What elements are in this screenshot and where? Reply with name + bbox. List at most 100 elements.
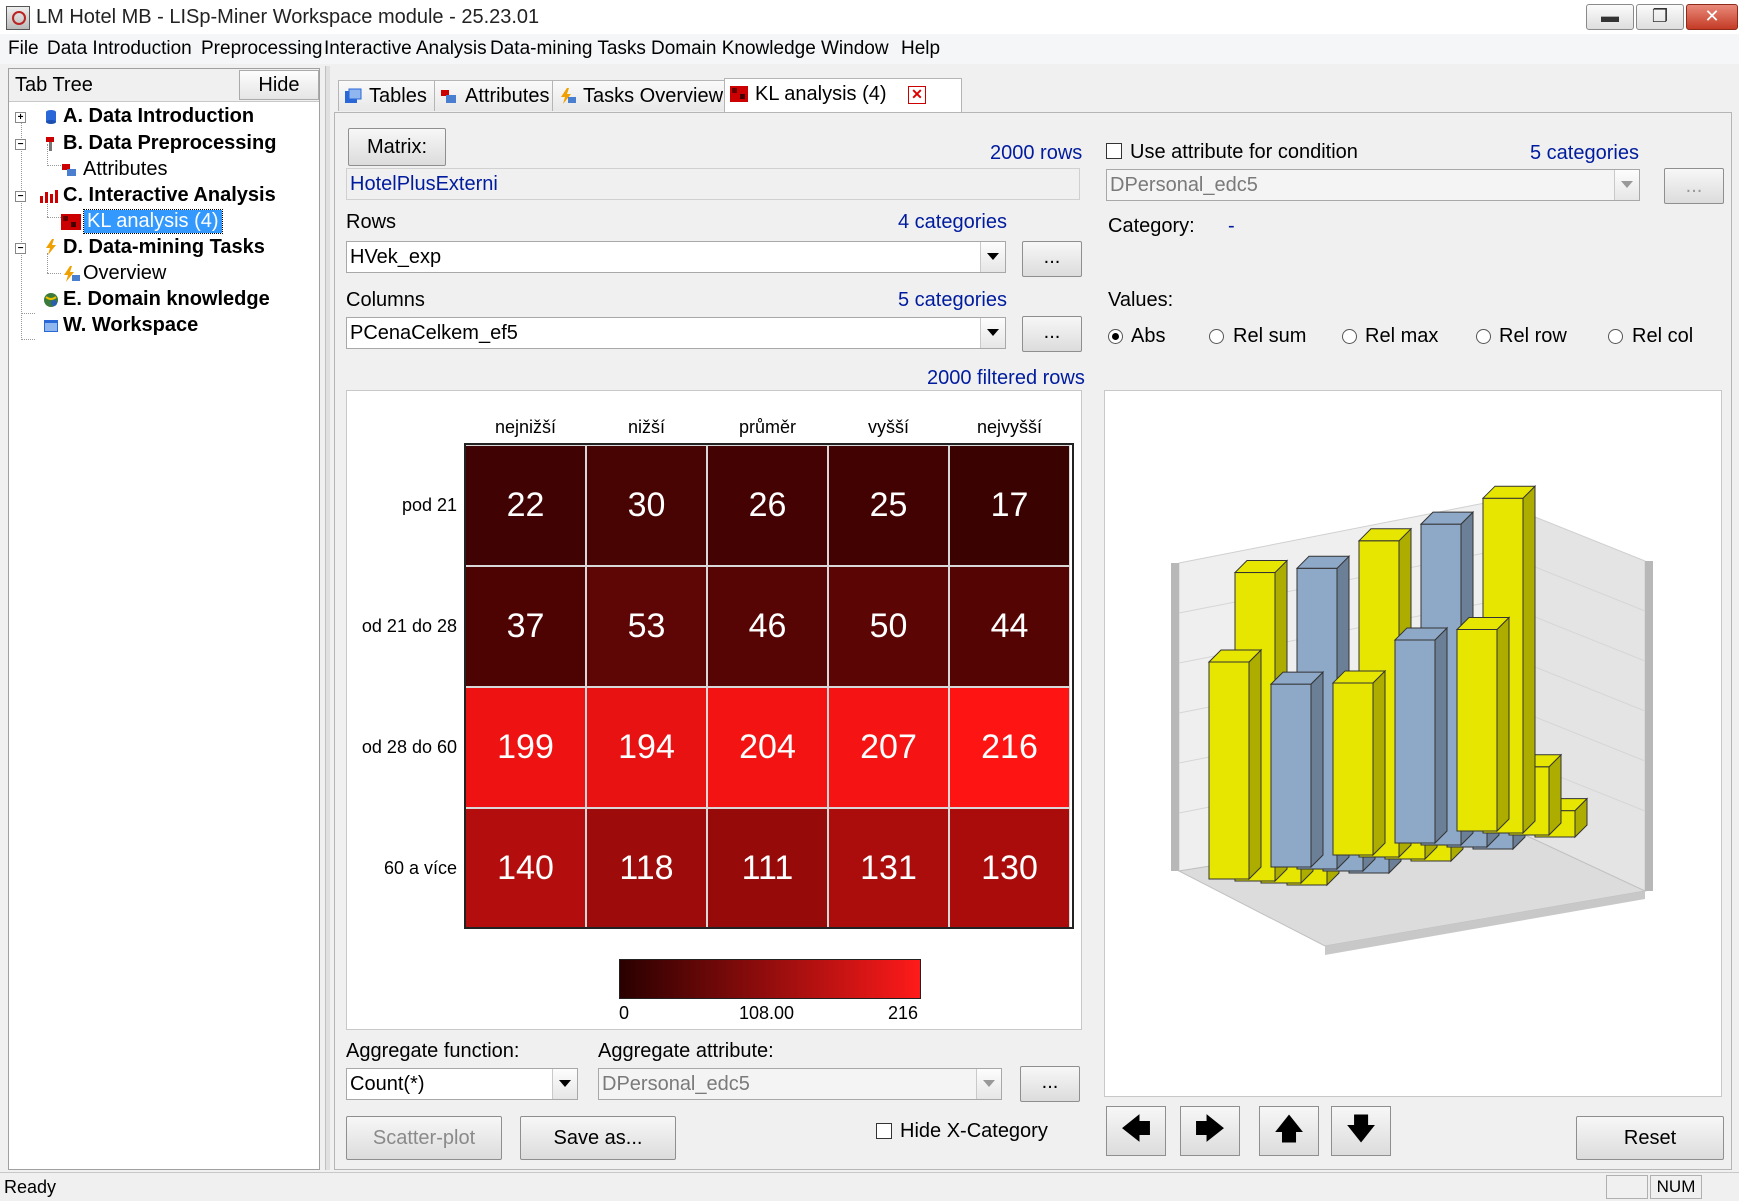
chevron-down-icon[interactable]	[552, 1069, 577, 1099]
rows-select[interactable]: HVek_exp	[346, 241, 1006, 273]
splitter[interactable]	[325, 66, 330, 1170]
heatmap-cell[interactable]: 26	[707, 445, 828, 566]
menu-window[interactable]: Window	[821, 38, 889, 60]
radio-rel-col-label: Rel col	[1632, 325, 1694, 347]
aggregate-function-select[interactable]: Count(*)	[346, 1068, 578, 1100]
menu-interactive-analysis[interactable]: Interactive Analysis	[324, 38, 487, 60]
heatmap-cell[interactable]: 25	[828, 445, 949, 566]
condition-attribute-value: DPersonal_edc5	[1110, 174, 1258, 196]
menu-file[interactable]: File	[8, 38, 39, 60]
close-tab-icon[interactable]: ✕	[908, 86, 926, 104]
bar-3d-side	[1310, 670, 1324, 869]
heatmap-cell[interactable]: 207	[828, 687, 949, 808]
heatmap-cell[interactable]: 199	[465, 687, 586, 808]
heatmap-column-label: průměr	[738, 417, 796, 437]
aggregate-attribute-label: Aggregate attribute:	[598, 1040, 774, 1062]
database-icon	[46, 110, 56, 124]
tab-tree-title: Tab Tree	[15, 74, 93, 96]
expand-icon[interactable]: +	[15, 112, 26, 123]
heatmap-column-label: vyšší	[867, 417, 909, 437]
window-icon	[44, 320, 58, 332]
heatmap-cell[interactable]: 118	[586, 808, 707, 929]
tree-line	[21, 313, 35, 314]
columns-categories: 5 categories	[898, 289, 1007, 311]
heatmap-column-label: nejnižší	[494, 417, 557, 437]
tree-label: KL analysis (4)	[83, 209, 223, 234]
chevron-down-icon[interactable]	[980, 242, 1005, 272]
values-label: Values:	[1108, 289, 1174, 311]
tab-label: Tables	[369, 85, 427, 107]
columns-browse-button[interactable]: ...	[1022, 316, 1082, 352]
arrow-down-icon: 🡇	[1345, 1113, 1377, 1146]
hide-tree-button[interactable]: Hide	[239, 70, 319, 100]
menu-help[interactable]: Help	[901, 38, 940, 60]
aggregate-browse-button[interactable]: ...	[1020, 1066, 1080, 1102]
tree-label: W. Workspace	[63, 314, 199, 336]
radio-abs-label: Abs	[1131, 325, 1166, 347]
tab-label: Attributes	[465, 85, 550, 107]
heatmap-cell[interactable]: 216	[949, 687, 1070, 808]
tree-label: A. Data Introduction	[63, 105, 255, 127]
menu-preprocessing[interactable]: Preprocessing	[201, 38, 322, 60]
minimize-button[interactable]: ▬	[1586, 4, 1634, 30]
heatmap-cell[interactable]: 30	[586, 445, 707, 566]
rows-browse-button[interactable]: ...	[1022, 241, 1082, 277]
collapse-icon[interactable]: −	[15, 191, 26, 202]
num-lock-indicator: NUM	[1650, 1175, 1702, 1199]
hide-x-category-checkbox[interactable]	[876, 1123, 892, 1139]
radio-rel-sum[interactable]	[1209, 329, 1224, 344]
columns-select[interactable]: PCenaCelkem_ef5	[346, 317, 1006, 349]
menu-data-introduction[interactable]: Data Introduction	[47, 38, 192, 60]
contingency-heatmap: nejnižší nižší průměr vyšší nejvyšší pod 21 o…	[346, 390, 1082, 1030]
heatmap-cell[interactable]: 50	[828, 566, 949, 687]
menu-domain-knowledge[interactable]: Domain Knowledge	[651, 38, 816, 60]
radio-rel-col[interactable]	[1608, 329, 1623, 344]
wall-edge	[1171, 563, 1179, 871]
heatmap-cell[interactable]: 44	[949, 566, 1070, 687]
use-condition-checkbox[interactable]	[1106, 143, 1122, 159]
reset-button[interactable]: Reset	[1576, 1116, 1724, 1160]
heatmap-cell[interactable]: 204	[707, 687, 828, 808]
attributes-icon	[441, 90, 456, 103]
window-title: LM Hotel MB - LISp-Miner Workspace modul…	[36, 6, 540, 28]
rotate-left-button[interactable]: 🡄	[1106, 1106, 1166, 1156]
collapse-icon[interactable]: −	[15, 139, 26, 150]
close-button[interactable]: ✕	[1686, 4, 1738, 30]
columns-select-value: PCenaCelkem_ef5	[350, 322, 518, 344]
radio-rel-row[interactable]	[1476, 329, 1491, 344]
color-scale-bar	[619, 959, 921, 999]
heatmap-cell[interactable]: 37	[465, 566, 586, 687]
heatmap-cell[interactable]: 53	[586, 566, 707, 687]
heatmap-cell[interactable]: 194	[586, 687, 707, 808]
heatmap-cell[interactable]: 131	[828, 808, 949, 929]
rows-label: Rows	[346, 211, 397, 233]
tab-kl-analysis[interactable]: KL analysis (4)	[724, 78, 962, 113]
rotate-right-button[interactable]: 🡆	[1180, 1106, 1240, 1156]
rotate-up-button[interactable]: 🡅	[1259, 1106, 1319, 1156]
menu-data-mining-tasks[interactable]: Data-mining Tasks	[490, 38, 646, 60]
tree-label: D. Data-mining Tasks	[63, 236, 265, 258]
heatmap-cell[interactable]: 140	[465, 808, 586, 929]
heatmap-cell[interactable]: 17	[949, 445, 1070, 566]
color-scale-min: 0	[619, 1003, 630, 1023]
heatmap-cell[interactable]: 22	[465, 445, 586, 566]
heatmap-cell[interactable]: 46	[707, 566, 828, 687]
radio-rel-max[interactable]	[1342, 329, 1357, 344]
heatmap-cell[interactable]: 111	[707, 808, 828, 929]
category-value: -	[1228, 215, 1235, 237]
radio-abs[interactable]	[1108, 329, 1123, 344]
matrix-name-field: HotelPlusExterni	[346, 168, 1080, 200]
rotate-down-button[interactable]: 🡇	[1331, 1106, 1391, 1156]
save-as-button[interactable]: Save as...	[520, 1116, 676, 1160]
maximize-button[interactable]: ❐	[1636, 4, 1684, 30]
heatmap-cell[interactable]: 130	[949, 808, 1070, 929]
chevron-down-icon	[976, 1069, 1001, 1099]
collapse-icon[interactable]: −	[15, 243, 26, 254]
preprocess-icon	[46, 137, 54, 151]
tables-icon	[345, 88, 362, 103]
tab-label: Tasks Overview	[583, 85, 724, 107]
chevron-down-icon[interactable]	[980, 318, 1005, 348]
bar-3d	[1208, 661, 1250, 880]
matrix-button[interactable]: Matrix:	[348, 128, 446, 166]
bar-chart-3d-panel	[1104, 390, 1722, 1097]
